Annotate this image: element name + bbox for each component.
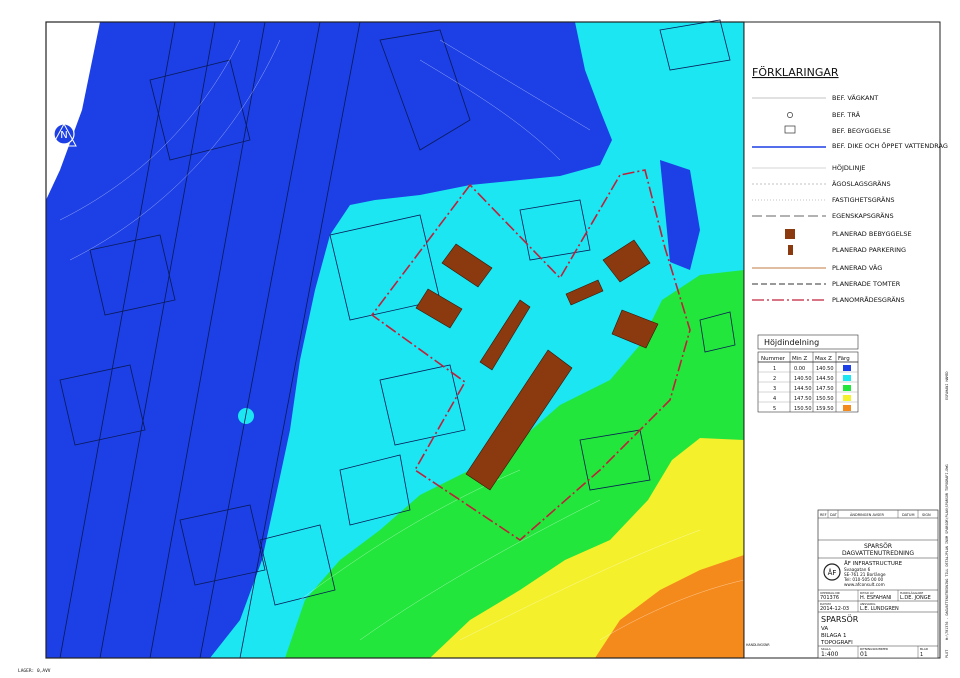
sheet-sub2: BILAGA 1 [821,633,847,639]
rev-sign-label: SIGN [922,513,931,517]
elevation-row-2-min: 140.50 [794,376,812,382]
elevation-row-3-swatch [843,385,851,391]
blad-label: BLAD [920,647,929,651]
legend-item-1: BEF. VÄGKANT [832,93,878,102]
svg-text:N: N [60,130,67,141]
elevation-row-1-min: 0.00 [794,366,805,372]
ansvarig-value: L.E. LUNDGREN [860,606,899,612]
side-path-text: W:\701376 - DAGVATTENUTREDNING TILL DETA… [945,464,949,640]
legend-title: FÖRKLARINGAR [752,66,839,79]
company-name: ÅF INFRASTRUCTURE [844,560,903,567]
skala-value: 1:400 [821,651,838,658]
company-web: www.afconsult.com [844,582,885,587]
elevation-row-5-max: 159.50 [816,406,834,412]
sheet-title: SPARSÖR [821,614,859,624]
side-plot-label: PLOT [945,650,949,658]
rev-dat-label: DAT [830,513,838,517]
legend-item-9: PLANERAD BEBYGGELSE [832,230,912,238]
datum-value: 2014-12-03 [820,606,849,612]
project-title: SPARSÖR [864,543,892,550]
rev-change-label: ÄNDRINGEN AVSER [850,512,884,517]
elevation-row-3-min: 144.50 [794,386,812,392]
elevation-row-1-max: 140.50 [816,366,834,372]
drawing-sheet: N FÖRKLARINGAR BEF. VÄGKANT BEF. TRÄ BEF… [18,19,949,674]
elevation-row-4-min: 147.50 [794,396,812,402]
legend-item-3: BEF. BEGYGGELSE [832,127,891,135]
elevation-row-2-swatch [843,375,851,381]
legend-item-10: PLANERAD PARKERING [832,246,906,254]
uppdrag-value: 701376 [820,595,839,601]
side-user-text: ESFAHANI HAMED [945,371,949,400]
elevation-row-4-max: 150.50 [816,396,834,402]
elevation-header-min: Min Z [792,356,808,362]
sheet-sub1: VA [821,626,828,632]
legend-item-7: FASTIGHETSGRÄNS [832,195,894,204]
elevation-row-3-max: 147.50 [816,386,834,392]
layer-label: LAGER: 0,AVV [18,668,51,674]
legend-item-5: HÖJDLINJE [832,163,865,172]
elevation-row-5-swatch [843,405,851,411]
legend-item-11: PLANERAD VÄG [832,263,882,272]
rev-ref-label: REF [820,513,827,517]
elevation-row-2-nummer: 2 [773,376,776,382]
title-block: REF DAT ÄNDRINGEN AVSER DATUM SIGN SPARS… [817,509,939,659]
elevation-row-1-swatch [843,365,851,371]
handlaggare-value: L.DE. JONGE [900,595,931,601]
elevation-header-nummer: Nummer [761,356,786,362]
elevation-header-farg: Färg [838,356,850,362]
elevation-row-4-nummer: 4 [773,396,776,402]
legend-item-4: BEF. DIKE OCH ÖPPET VATTENDRAG [832,141,948,150]
elevation-row-5-nummer: 5 [773,406,776,412]
map-area[interactable]: N [45,19,745,659]
elevation-header-max: Max Z [815,356,832,362]
elevation-table-title: Höjdindelning [764,338,819,347]
elevation-row-3-nummer: 3 [773,386,776,392]
nummer-value: 01 [860,651,868,658]
ritad-value: H. ESFAHANI [860,595,891,601]
handlingsnr-label: HANDLINGSNR [746,643,770,647]
legend-item-12: PLANERADE TOMTER [832,280,901,288]
project-subtitle: DAGVATTENUTREDNING [842,550,914,557]
legend-item-6: ÄGOSLAGSGRÄNS [832,179,891,188]
elevation-row-5-min: 150.50 [794,406,812,412]
elevation-row-4-swatch [843,395,851,401]
blad-value: 1 [920,652,923,658]
legend-item-2: BEF. TRÄ [832,110,861,119]
rev-date-label: DATUM [902,513,914,517]
elevation-row-2-max: 144.50 [816,376,834,382]
legend-item-13: PLANOMRÅDESGRÄNS [832,295,905,304]
legend-item-8: EGENSKAPSGRÄNS [832,211,894,220]
elevation-row-1-nummer: 1 [773,366,776,372]
svg-text:ÅF: ÅF [828,568,837,577]
sheet-sub3: TOPOGRAFI [820,640,853,646]
